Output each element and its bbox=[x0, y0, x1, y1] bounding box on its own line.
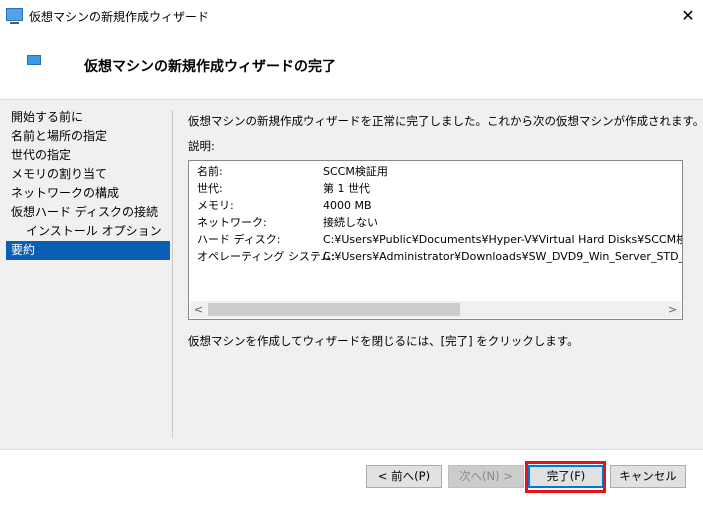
scroll-thumb[interactable] bbox=[208, 303, 460, 316]
horizontal-scrollbar[interactable]: < > bbox=[190, 301, 681, 318]
page-title: 仮想マシンの新規作成ウィザードの完了 bbox=[84, 59, 336, 75]
desc-key: オペレーティング システム: bbox=[197, 250, 336, 263]
finish-button-highlight bbox=[525, 461, 606, 493]
summary-intro-text: 仮想マシンの新規作成ウィザードを正常に完了しました。これから次の仮想マシンが作成… bbox=[188, 114, 703, 128]
nav-item-generation[interactable]: 世代の指定 bbox=[6, 146, 170, 165]
close-icon[interactable]: ✕ bbox=[673, 0, 703, 31]
description-label: 説明: bbox=[188, 139, 215, 153]
desc-value: C:¥Users¥Administrator¥Downloads¥SW_DVD9… bbox=[323, 250, 683, 263]
desc-key: 世代: bbox=[197, 182, 223, 195]
wizard-header: 仮想マシンの新規作成ウィザードの完了 bbox=[0, 31, 703, 99]
nav-divider bbox=[172, 110, 173, 438]
scroll-right-icon[interactable]: > bbox=[664, 301, 681, 318]
nav-item-name-and-location[interactable]: 名前と場所の指定 bbox=[6, 127, 170, 146]
footer-divider bbox=[0, 449, 703, 450]
title-bar: 仮想マシンの新規作成ウィザード ✕ bbox=[0, 0, 703, 31]
scroll-left-icon[interactable]: < bbox=[190, 301, 207, 318]
desc-value: C:¥Users¥Public¥Documents¥Hyper-V¥Virtua… bbox=[323, 233, 682, 246]
wizard-steps-nav: 開始する前に 名前と場所の指定 世代の指定 メモリの割り当て ネットワークの構成… bbox=[6, 108, 170, 260]
window-title: 仮想マシンの新規作成ウィザード bbox=[29, 10, 210, 24]
nav-item-installation-options[interactable]: インストール オプション bbox=[6, 222, 170, 241]
cancel-button[interactable]: キャンセル bbox=[610, 465, 686, 488]
desc-value: SCCM検証用 bbox=[323, 165, 388, 178]
desc-value: 接続しない bbox=[323, 216, 378, 229]
finish-instruction-text: 仮想マシンを作成してウィザードを閉じるには、[完了] をクリックします。 bbox=[188, 334, 579, 348]
desc-value: 4000 MB bbox=[323, 199, 372, 212]
nav-item-virtual-hard-disk[interactable]: 仮想ハード ディスクの接続 bbox=[6, 203, 170, 222]
nav-item-networking[interactable]: ネットワークの構成 bbox=[6, 184, 170, 203]
nav-item-memory[interactable]: メモリの割り当て bbox=[6, 165, 170, 184]
desc-key: ハード ディスク: bbox=[197, 233, 281, 246]
desc-key: メモリ: bbox=[197, 199, 234, 212]
nav-item-summary[interactable]: 要約 bbox=[6, 241, 170, 260]
prev-button[interactable]: < 前へ(P) bbox=[366, 465, 442, 488]
hyperv-vm-icon bbox=[6, 8, 23, 24]
summary-content: 仮想マシンの新規作成ウィザードを正常に完了しました。これから次の仮想マシンが作成… bbox=[188, 113, 703, 129]
desc-value: 第 1 世代 bbox=[323, 182, 370, 195]
nav-item-before-you-begin[interactable]: 開始する前に bbox=[6, 108, 170, 127]
desc-key: 名前: bbox=[197, 165, 223, 178]
vm-wizard-icon bbox=[27, 55, 41, 65]
desc-key: ネットワーク: bbox=[197, 216, 267, 229]
description-box[interactable]: 名前: SCCM検証用 世代: 第 1 世代 メモリ: 4000 MB ネットワ… bbox=[188, 160, 683, 320]
next-button[interactable]: 次へ(N) > bbox=[448, 465, 524, 488]
